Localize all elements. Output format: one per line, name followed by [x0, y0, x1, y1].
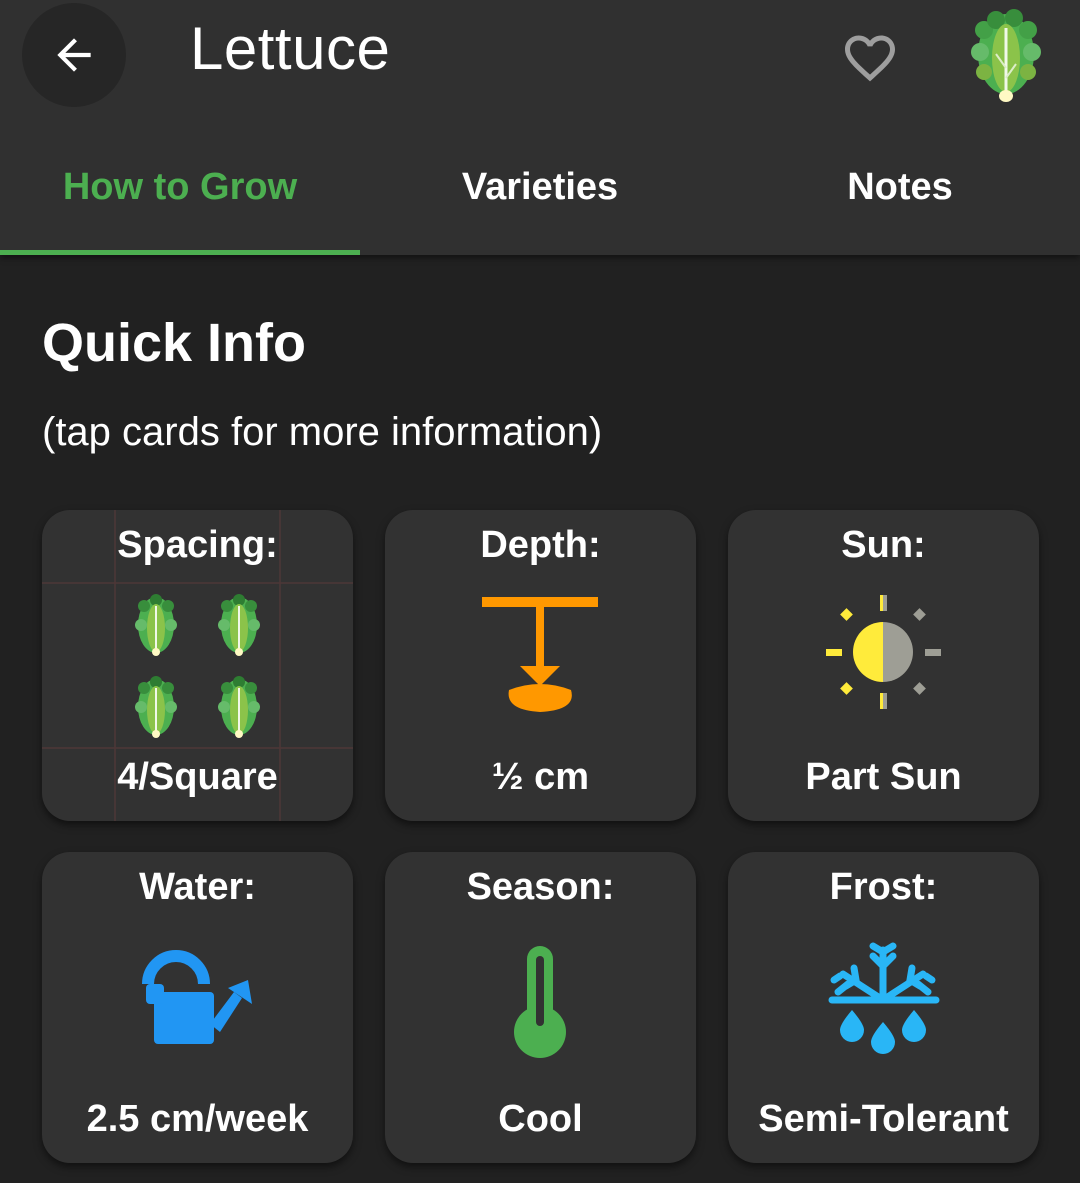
favorite-button[interactable]: [830, 18, 910, 98]
card-label: Frost:: [829, 866, 938, 908]
section-hint: (tap cards for more information): [42, 410, 603, 454]
card-label: Water:: [139, 866, 256, 908]
card-value: 2.5 cm/week: [86, 1098, 309, 1140]
frost-card[interactable]: Frost: Semi-Tolerant: [728, 852, 1039, 1163]
arrow-left-icon: [57, 38, 91, 72]
card-label: Spacing:: [117, 524, 278, 566]
sun-card[interactable]: Sun: Part Sun: [728, 510, 1039, 821]
depth-card[interactable]: Depth: ½ cm: [385, 510, 696, 821]
tab-label: Notes: [847, 166, 953, 208]
tab-indicator: [0, 250, 360, 255]
card-value: Semi-Tolerant: [758, 1098, 1009, 1140]
card-label: Season:: [466, 866, 615, 908]
card-label: Sun:: [841, 524, 926, 566]
back-button[interactable]: [22, 3, 126, 107]
card-label: Depth:: [480, 524, 601, 566]
season-card[interactable]: Season: Cool: [385, 852, 696, 1163]
spacing-card[interactable]: Spacing: 4/Square: [42, 510, 353, 821]
tab-bar: How to Grow Varieties Notes: [0, 130, 1080, 255]
card-value: 4/Square: [117, 756, 278, 798]
tab-label: Varieties: [461, 166, 619, 208]
lettuce-icon: [971, 9, 1041, 102]
tab-label: How to Grow: [62, 166, 298, 208]
tab-notes[interactable]: Notes: [720, 130, 1080, 255]
app-bar: Lettuce How to Grow Varieties Notes: [0, 0, 1080, 255]
page-title: Lettuce: [190, 15, 391, 82]
heart-outline-icon: [845, 35, 895, 82]
water-card[interactable]: Water: 2.5 cm/week: [42, 852, 353, 1163]
tab-varieties[interactable]: Varieties: [360, 130, 720, 255]
section-heading: Quick Info: [42, 313, 307, 373]
card-value: Part Sun: [805, 756, 962, 798]
card-value: ½ cm: [491, 756, 590, 798]
tab-how-to-grow[interactable]: How to Grow: [0, 130, 360, 255]
card-value: Cool: [498, 1098, 583, 1140]
